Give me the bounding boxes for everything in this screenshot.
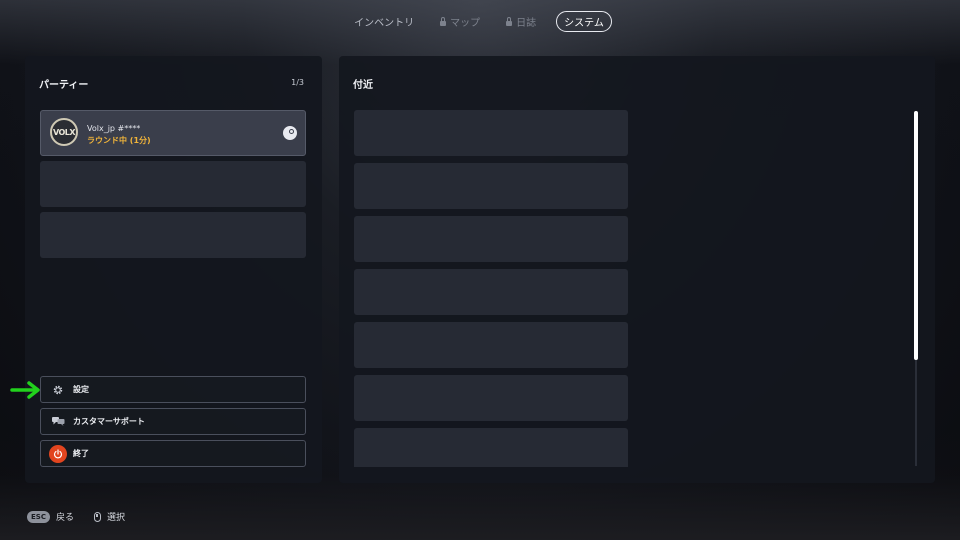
gear-icon: [51, 383, 65, 397]
party-empty-slot[interactable]: [40, 212, 306, 258]
nearby-slot[interactable]: [354, 269, 628, 315]
tab-inventory[interactable]: インベントリ: [348, 11, 420, 32]
nearby-slot[interactable]: [354, 110, 628, 156]
power-icon: [49, 444, 67, 463]
nearby-slot[interactable]: [354, 322, 628, 368]
lock-icon: [440, 16, 447, 26]
back-label: 戻る: [55, 513, 74, 523]
nearby-slot[interactable]: [354, 216, 628, 262]
nearby-slot[interactable]: [354, 428, 628, 467]
tab-journal-label: 日誌: [516, 18, 537, 29]
member-status: ラウンド中 (1分): [87, 136, 151, 145]
nearby-slot[interactable]: [354, 375, 628, 421]
nearby-slot[interactable]: [354, 163, 628, 209]
select-label: 選択: [106, 513, 125, 523]
nearby-title: 付近: [353, 80, 373, 91]
top-tab-bar: インベントリ マップ 日誌 システム: [0, 11, 960, 32]
nearby-panel: 付近: [339, 56, 935, 483]
footer-hints: ESC 戻る 選択: [27, 510, 125, 523]
party-title: パーティー: [39, 80, 89, 91]
tab-map[interactable]: マップ: [434, 11, 486, 32]
party-empty-slot[interactable]: [40, 161, 306, 207]
member-name: Volx_jp #****: [87, 124, 141, 133]
tab-system[interactable]: システム: [556, 11, 612, 32]
tab-system-label: システム: [564, 18, 604, 29]
customer-support-label: カスタマーサポート: [73, 417, 145, 426]
tab-inventory-label: インベントリ: [354, 18, 415, 29]
settings-button[interactable]: 設定: [40, 376, 306, 403]
esc-key-icon: ESC: [27, 510, 50, 523]
green-arrow-icon: [10, 381, 40, 399]
settings-label: 設定: [73, 385, 89, 394]
avatar: VOLX: [50, 118, 78, 146]
chat-bubbles-icon: [51, 415, 65, 429]
quit-button[interactable]: 終了: [40, 440, 306, 467]
party-count: 1/3: [291, 78, 304, 87]
lock-icon: [506, 16, 513, 26]
quit-label: 終了: [73, 449, 89, 458]
mouse-icon: [93, 511, 101, 522]
tab-map-label: マップ: [450, 18, 481, 29]
scrollbar-thumb[interactable]: [914, 111, 918, 360]
steam-icon: [283, 126, 297, 140]
party-panel: パーティー 1/3 VOLX Volx_jp #**** ラウンド中 (1分) …: [25, 56, 322, 483]
tab-journal[interactable]: 日誌: [500, 11, 542, 32]
party-member-slot[interactable]: VOLX Volx_jp #**** ラウンド中 (1分): [40, 110, 306, 156]
customer-support-button[interactable]: カスタマーサポート: [40, 408, 306, 435]
